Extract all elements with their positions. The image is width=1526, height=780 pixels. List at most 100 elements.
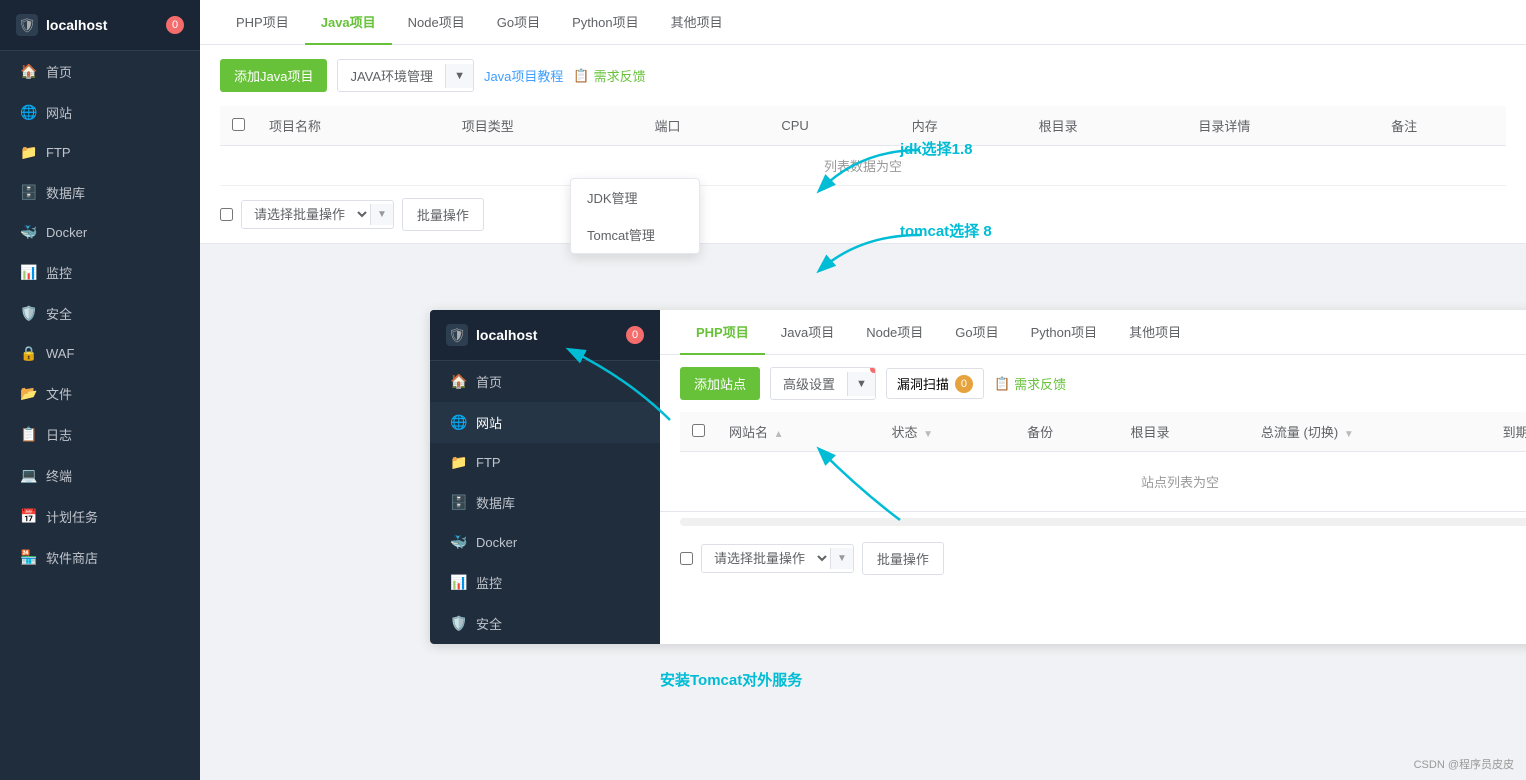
bottom-sidebar-ftp[interactable]: 📁 FTP <box>430 443 660 482</box>
col-port: 端口 <box>643 106 770 146</box>
sidebar-item-cron[interactable]: 📅 计划任务 <box>0 496 200 537</box>
sort-icon: ▼ <box>1344 429 1354 440</box>
sidebar-item-database[interactable]: 🗄️ 数据库 <box>0 172 200 213</box>
sidebar-item-monitor[interactable]: 📊 监控 <box>0 252 200 293</box>
sidebar-item-label: 软件商店 <box>46 548 98 567</box>
security-icon: 🛡️ <box>20 305 36 322</box>
sidebar-item-store[interactable]: 🏪 软件商店 <box>0 537 200 578</box>
vuln-scan-button[interactable]: 漏洞扫描 0 <box>886 368 984 399</box>
site-select-all[interactable] <box>692 424 705 437</box>
sidebar-item-label: 终端 <box>46 466 72 485</box>
batch-select-arrow-icon: ▼ <box>370 204 393 225</box>
sidebar-logo-icon: 🛡 <box>16 14 38 36</box>
java-tutorial-link[interactable]: Java项目教程 <box>484 66 563 85</box>
sidebar-notification-badge: 0 <box>166 16 184 34</box>
sidebar-item-waf[interactable]: 🔒 WAF <box>0 334 200 373</box>
feedback-icon: 📋 <box>573 68 589 84</box>
bottom-tab-java[interactable]: Java项目 <box>765 310 850 355</box>
sidebar-item-label: 日志 <box>46 425 72 444</box>
feedback-link[interactable]: 📋 需求反馈 <box>573 66 645 85</box>
vuln-count-badge: 0 <box>955 375 973 393</box>
java-toolbar: 添加Java项目 JAVA环境管理 ▼ Java项目教程 📋 需求反馈 <box>200 45 1526 106</box>
ftp-icon: 📁 <box>450 454 466 471</box>
docker-icon: 🐳 <box>20 224 36 241</box>
bottom-tab-node[interactable]: Node项目 <box>850 310 939 355</box>
site-batch-action-button[interactable]: 批量操作 <box>862 542 944 575</box>
sidebar-item-label: 数据库 <box>46 183 85 202</box>
sidebar-label: 安全 <box>476 614 502 633</box>
sidebar-title: localhost <box>46 17 107 33</box>
sidebar-item-ftp[interactable]: 📁 FTP <box>0 133 200 172</box>
website-table: 网站名 ▲ 状态 ▼ 备份 根目录 总流量 (切换) ▼ <box>680 412 1526 511</box>
add-java-project-button[interactable]: 添加Java项目 <box>220 59 327 92</box>
tab-go[interactable]: Go项目 <box>481 0 556 45</box>
sidebar-item-label: 文件 <box>46 384 72 403</box>
batch-select[interactable]: 请选择批量操作 <box>242 201 370 228</box>
tab-python[interactable]: Python项目 <box>556 0 654 45</box>
site-batch-checkbox[interactable] <box>680 552 693 565</box>
bottom-sidebar-docker[interactable]: 🐳 Docker <box>430 523 660 562</box>
java-batch-bar: 请选择批量操作 ▼ 批量操作 <box>200 186 1526 243</box>
col-traffic: 总流量 (切换) ▼ <box>1249 412 1491 452</box>
add-site-button[interactable]: 添加站点 <box>680 367 760 400</box>
tab-java[interactable]: Java项目 <box>305 0 392 45</box>
env-management-dropdown[interactable]: JAVA环境管理 ▼ <box>337 59 473 92</box>
globe-icon: 🌐 <box>450 414 466 431</box>
chevron-down-icon[interactable]: ▼ <box>445 64 473 88</box>
chevron-down-icon[interactable]: ▼ <box>847 372 875 396</box>
sidebar-item-terminal[interactable]: 💻 终端 <box>0 455 200 496</box>
col-project-name: 项目名称 <box>257 106 450 146</box>
col-dir-detail: 目录详情 <box>1186 106 1379 146</box>
select-all-checkbox[interactable] <box>232 118 245 131</box>
batch-action-button[interactable]: 批量操作 <box>402 198 484 231</box>
sidebar-item-home[interactable]: 🏠 首页 <box>0 51 200 92</box>
monitor-icon: 📊 <box>20 264 36 281</box>
ftp-icon: 📁 <box>20 144 36 161</box>
tab-other[interactable]: 其他项目 <box>655 0 739 45</box>
sidebar-header: 🛡 localhost 0 <box>0 0 200 51</box>
bottom-tab-php[interactable]: PHP项目 <box>680 310 765 355</box>
site-batch-select[interactable]: 请选择批量操作 <box>702 545 830 572</box>
table-scrollbar-wrap[interactable] <box>660 511 1526 532</box>
col-status: 状态 ▼ <box>879 412 1015 452</box>
sidebar-item-docker[interactable]: 🐳 Docker <box>0 213 200 252</box>
bottom-sidebar-monitor[interactable]: 📊 监控 <box>430 562 660 603</box>
bottom-sidebar-database[interactable]: 🗄️ 数据库 <box>430 482 660 523</box>
install-tomcat-annotation: 安装Tomcat对外服务 <box>660 669 802 690</box>
bottom-sidebar-logo: 🛡 <box>446 324 468 346</box>
sidebar-label: Docker <box>476 535 517 550</box>
bottom-tab-other[interactable]: 其他项目 <box>1113 310 1197 355</box>
jdk-management-item[interactable]: JDK管理 <box>571 179 699 216</box>
sidebar-item-label: 首页 <box>46 62 72 81</box>
bottom-sidebar-security[interactable]: 🛡️ 安全 <box>430 603 660 644</box>
sidebar-label: 数据库 <box>476 493 515 512</box>
sidebar-item-files[interactable]: 📂 文件 <box>0 373 200 414</box>
project-tabs: PHP项目 Java项目 Node项目 Go项目 Python项目 其他项目 <box>200 0 1526 45</box>
advanced-settings-dropdown[interactable]: 高级设置 ▼ <box>770 367 876 400</box>
tab-node[interactable]: Node项目 <box>392 0 481 45</box>
sidebar-item-label: 计划任务 <box>46 507 98 526</box>
empty-table-text: 列表数据为空 <box>220 146 1506 186</box>
bottom-sidebar-home[interactable]: 🏠 首页 <box>430 361 660 402</box>
batch-select-wrap[interactable]: 请选择批量操作 ▼ <box>241 200 394 229</box>
col-expire-time: 到期时间 ▼ <box>1491 412 1526 452</box>
col-project-type: 项目类型 <box>450 106 643 146</box>
monitor-icon: 📊 <box>450 574 466 591</box>
bottom-tab-python[interactable]: Python项目 <box>1015 310 1113 355</box>
sidebar-item-logs[interactable]: 📋 日志 <box>0 414 200 455</box>
sidebar-item-label: Docker <box>46 225 87 240</box>
horizontal-scrollbar[interactable] <box>680 518 1526 526</box>
bottom-tab-go[interactable]: Go项目 <box>939 310 1014 355</box>
sidebar-item-website[interactable]: 🌐 网站 <box>0 92 200 133</box>
sidebar-item-security[interactable]: 🛡️ 安全 <box>0 293 200 334</box>
bottom-sidebar-badge: 0 <box>626 326 644 344</box>
sidebar-item-label: 安全 <box>46 304 72 323</box>
tab-php[interactable]: PHP项目 <box>220 0 305 45</box>
home-icon: 🏠 <box>20 63 36 80</box>
site-batch-select-wrap[interactable]: 请选择批量操作 ▼ <box>701 544 854 573</box>
bottom-sidebar-website[interactable]: 🌐 网站 <box>430 402 660 443</box>
waf-icon: 🔒 <box>20 345 36 362</box>
bottom-feedback-link[interactable]: 📋 需求反馈 <box>994 374 1066 393</box>
tomcat-management-item[interactable]: Tomcat管理 <box>571 216 699 253</box>
batch-checkbox[interactable] <box>220 208 233 221</box>
